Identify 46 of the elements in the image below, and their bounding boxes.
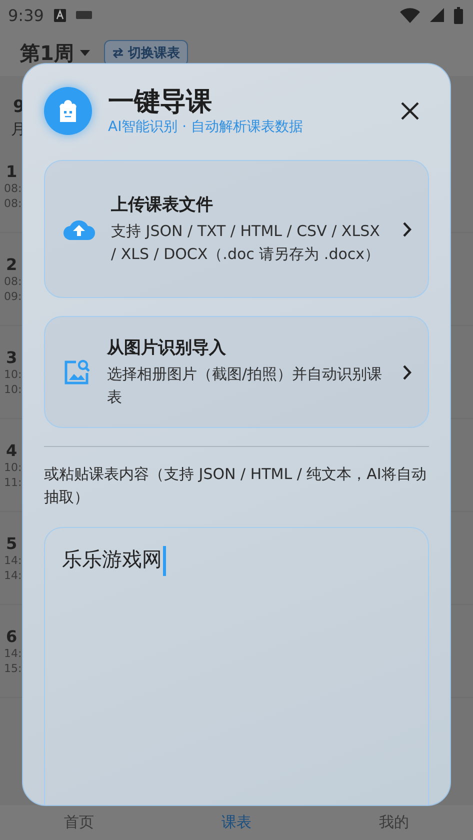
period-number: 2: [6, 254, 18, 274]
import-option-card[interactable]: 上传课表文件 支持 JSON / TXT / HTML / CSV / XLSX / XLS / DOCX（.doc 请另存为 .docx）: [44, 160, 429, 298]
period-start-time: 14:: [4, 646, 22, 660]
import-option-card[interactable]: 从图片识别导入 选择相册图片（截图/拍照）并自动识别课表: [44, 316, 429, 428]
status-time: 9:39: [8, 6, 44, 24]
period-number: 1: [6, 162, 18, 180]
period-number: 4: [6, 440, 18, 460]
period-number: 5: [6, 534, 18, 552]
option-description: 选择相册图片（截图/拍照）并自动识别课表: [107, 364, 384, 408]
nav-tab[interactable]: 我的: [379, 813, 410, 832]
nav-tab[interactable]: 课表: [221, 813, 252, 832]
period-end-time: 11:: [4, 474, 22, 490]
week-selector[interactable]: 第1周: [20, 40, 74, 66]
period-start-time: 10:: [4, 460, 22, 474]
period-end-time: 14:: [4, 568, 22, 582]
close-icon: [401, 102, 419, 120]
period-start-time: 08:: [4, 180, 22, 196]
wifi-icon: [400, 8, 420, 22]
text-cursor: [163, 546, 166, 576]
keyboard-a-icon: [54, 8, 66, 22]
chevron-right-icon: [403, 222, 412, 236]
battery-icon: [454, 6, 463, 24]
paste-field[interactable]: 乐乐游戏网: [44, 527, 429, 805]
keyboard-icon: [76, 11, 92, 19]
period-end-time: 09:: [4, 288, 22, 304]
chevron-right-icon: [403, 364, 412, 380]
swap-icon: [112, 48, 124, 58]
cloud-upload-icon: [63, 218, 95, 240]
dialog-subtitle: AI智能识别 · 自动解析课表数据: [108, 118, 304, 136]
period-number: 6: [6, 626, 18, 646]
option-title: 从图片识别导入: [107, 336, 227, 358]
option-description: 支持 JSON / TXT / HTML / CSV / XLSX / XLS / DOCX（.doc 请另存为 .docx）: [111, 220, 381, 264]
period-end-time: 08:: [4, 196, 22, 210]
option-title: 上传课表文件: [111, 194, 214, 216]
dialog-title: 一键导课: [108, 86, 213, 118]
nav-tab[interactable]: 首页: [64, 813, 94, 832]
caret-icon[interactable]: [80, 50, 90, 56]
paste-label: 或粘贴课表内容（支持 JSON / HTML / 纯文本，AI将自动抽取）: [44, 464, 428, 508]
period-start-time: 10:: [4, 366, 22, 382]
period-end-time: 15:: [4, 660, 22, 676]
period-end-time: 10:: [4, 382, 22, 396]
signal-icon: [430, 8, 444, 22]
period-start-time: 08:: [4, 274, 22, 288]
period-number: 3: [6, 348, 18, 366]
image-search-icon: [63, 358, 91, 386]
period-start-time: 14:: [4, 552, 22, 568]
